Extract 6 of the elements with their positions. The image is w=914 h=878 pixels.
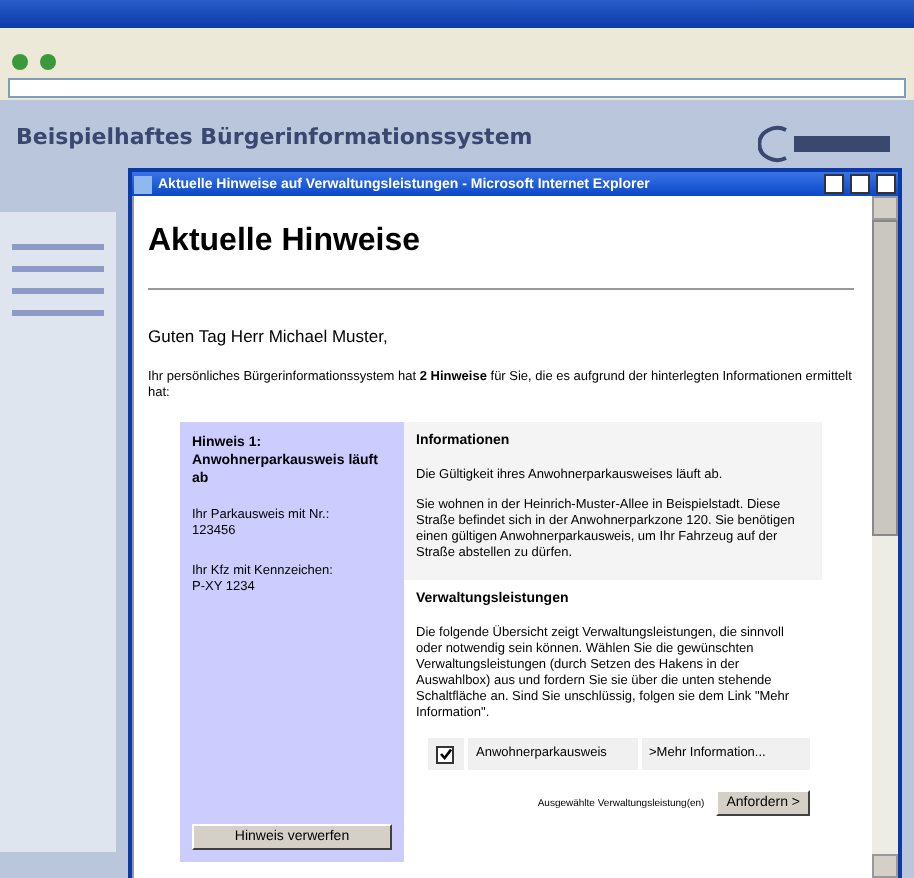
- scrollbar[interactable]: [872, 196, 898, 878]
- page-title: Beispielhaftes Bürgerinformationssystem: [16, 124, 533, 150]
- page-heading: Aktuelle Hinweise: [148, 224, 423, 260]
- checkbox[interactable]: [436, 745, 454, 763]
- address-field[interactable]: [8, 77, 906, 97]
- greeting-text: Guten Tag Herr Michael Muster,: [148, 326, 390, 346]
